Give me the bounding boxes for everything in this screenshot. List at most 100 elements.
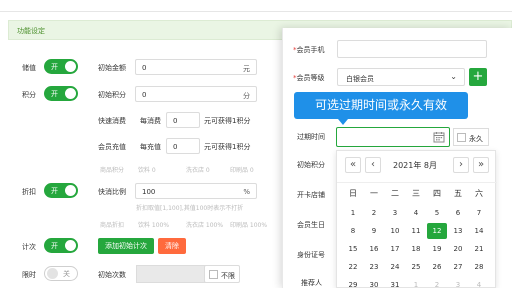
weekday-header: 五 <box>454 189 462 198</box>
weekday-header: 二 <box>391 189 399 198</box>
calendar-day[interactable]: 19 <box>427 241 447 257</box>
discount-hint-item: 印刷品 100% <box>230 222 268 229</box>
calendar-day[interactable]: 27 <box>448 259 468 275</box>
calendar-day[interactable]: 10 <box>385 223 405 239</box>
calendar-day[interactable]: 26 <box>427 259 447 275</box>
prev-year-button[interactable]: « <box>345 157 361 173</box>
weekday-header: 六 <box>475 189 483 198</box>
calendar-day[interactable]: 31 <box>385 277 405 288</box>
expire-date-input[interactable] <box>336 127 450 147</box>
opening-amount-input[interactable]: 0 元 <box>135 59 257 75</box>
tooltip-arrow <box>338 119 348 125</box>
calendar-day[interactable]: 28 <box>469 259 489 275</box>
toggle-knob <box>65 61 76 72</box>
calendar-day[interactable]: 11 <box>406 223 426 239</box>
discount-hint-item: 商品折扣 <box>100 222 125 229</box>
ratio-hint: 折扣取值[1,100],其值100时表示不打折 <box>136 205 244 212</box>
permanent-option[interactable]: 永久 <box>453 128 489 146</box>
calendar-day[interactable]: 8 <box>343 223 363 239</box>
calendar-day[interactable]: 1 <box>343 205 363 221</box>
toggle-text: 开 <box>51 242 58 250</box>
toggle-knob <box>47 268 58 279</box>
calendar-day[interactable]: 7 <box>469 205 489 221</box>
permanent-label: 永久 <box>469 135 483 143</box>
stored-value-toggle[interactable]: 开 <box>44 59 78 74</box>
calendar-day[interactable]: 12 <box>427 223 447 239</box>
add-initial-count-button[interactable]: 添加初始计次 <box>98 238 154 254</box>
plus-icon[interactable]: + <box>469 68 487 86</box>
feature-settings: 储值 开 初始金额 0 元 积分 开 初始积分 0 分 快速消费 每消费 0 元… <box>0 0 290 288</box>
quick-ratio-label: 快消比例 <box>98 188 126 196</box>
discount-hint-item: 洗衣店 100% <box>186 222 224 229</box>
calendar-day[interactable]: 25 <box>406 259 426 275</box>
calendar-day[interactable]: 2 <box>364 205 384 221</box>
limited-label: 限时 <box>22 271 36 279</box>
per-consume-suffix: 元可获得1积分 <box>204 117 251 125</box>
points-toggle[interactable]: 开 <box>44 86 78 101</box>
per-recharge-prefix: 每充值 <box>140 143 161 151</box>
calendar-day[interactable]: 6 <box>448 205 468 221</box>
opening-points-label: 初始积分 <box>98 91 126 99</box>
toggle-knob <box>65 185 76 196</box>
calendar-day[interactable]: 20 <box>448 241 468 257</box>
calendar-day[interactable]: 2 <box>427 277 447 288</box>
quick-ratio-value: 100 <box>142 188 156 196</box>
unlimited-option[interactable]: 不限 <box>204 265 240 283</box>
calendar-day[interactable]: 4 <box>469 277 489 288</box>
unlimited-label: 不限 <box>221 272 235 280</box>
calendar-day[interactable]: 1 <box>406 277 426 288</box>
calendar-day[interactable]: 21 <box>469 241 489 257</box>
permanent-checkbox[interactable] <box>457 133 466 142</box>
clear-button[interactable]: 清除 <box>158 238 186 254</box>
toggle-knob <box>65 88 76 99</box>
calendar-day[interactable]: 4 <box>406 205 426 221</box>
limited-toggle[interactable]: 关 <box>44 266 78 281</box>
quick-ratio-input[interactable]: 100 % <box>135 183 257 199</box>
calendar-day[interactable]: 14 <box>469 223 489 239</box>
level-label: *会员等级 <box>293 74 325 82</box>
recharge-label: 会员充值 <box>98 143 126 151</box>
unit-yuan: 元 <box>243 65 250 73</box>
per-recharge-value: 0 <box>173 143 178 151</box>
unit-percent: % <box>243 188 250 196</box>
expire-label: 过期时间 <box>297 133 325 141</box>
count-toggle[interactable]: 开 <box>44 238 78 253</box>
calendar-day[interactable]: 17 <box>385 241 405 257</box>
phone-input[interactable] <box>337 40 487 58</box>
stored-value-label: 储值 <box>22 64 36 72</box>
opening-amount-value: 0 <box>142 64 147 72</box>
initial-count-label: 初始次数 <box>98 271 126 279</box>
calendar-day[interactable]: 23 <box>364 259 384 275</box>
per-consume-value: 0 <box>173 117 178 125</box>
calendar-day[interactable]: 16 <box>364 241 384 257</box>
per-recharge-input[interactable]: 0 <box>166 138 200 154</box>
calendar-day[interactable]: 9 <box>364 223 384 239</box>
next-month-button[interactable]: › <box>453 157 469 173</box>
birthday-label: 会员生日 <box>297 221 325 229</box>
calendar-day[interactable]: 30 <box>364 277 384 288</box>
level-select[interactable]: 白银会员 ⌄ <box>337 68 465 86</box>
calendar-day[interactable]: 3 <box>385 205 405 221</box>
points-hint-item: 洗衣店 0 <box>186 167 210 174</box>
per-recharge-suffix: 元可获得1积分 <box>204 143 251 151</box>
points-hint-item: 饮料 0 <box>138 167 156 174</box>
unlimited-checkbox[interactable] <box>209 270 218 279</box>
toggle-text: 开 <box>51 90 58 98</box>
initial-count-select[interactable] <box>136 265 206 283</box>
discount-toggle[interactable]: 开 <box>44 183 78 198</box>
per-consume-input[interactable]: 0 <box>166 112 200 128</box>
weekday-header: 一 <box>370 189 378 198</box>
opening-points-input[interactable]: 0 分 <box>135 86 257 102</box>
calendar-day[interactable]: 15 <box>343 241 363 257</box>
discount-label: 折扣 <box>22 188 36 196</box>
calendar-day[interactable]: 24 <box>385 259 405 275</box>
calendar-day[interactable]: 22 <box>343 259 363 275</box>
discount-hint-item: 饮料 100% <box>138 222 170 229</box>
calendar-day[interactable]: 3 <box>448 277 468 288</box>
calendar-day[interactable]: 29 <box>343 277 363 288</box>
calendar-day[interactable]: 13 <box>448 223 468 239</box>
prev-month-button[interactable]: ‹ <box>365 157 381 173</box>
calendar-day[interactable]: 18 <box>406 241 426 257</box>
calendar-day[interactable]: 5 <box>427 205 447 221</box>
next-year-button[interactable]: » <box>473 157 489 173</box>
